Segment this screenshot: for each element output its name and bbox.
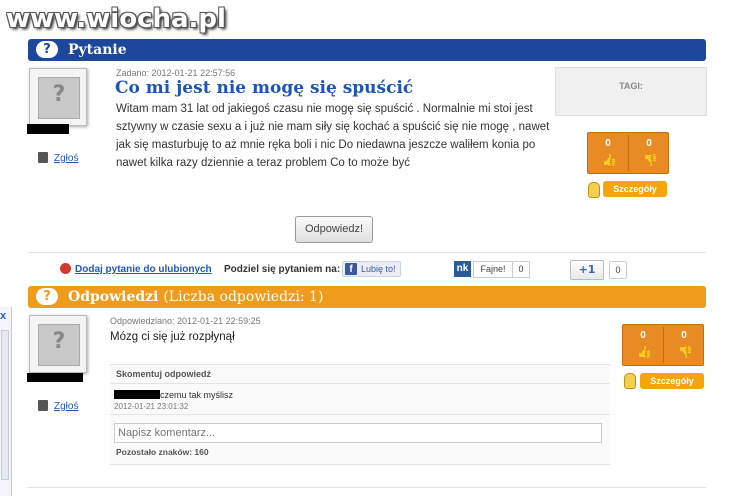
facebook-like-button[interactable]: f Lubię to! — [342, 261, 401, 277]
answer-button[interactable]: Odpowiedz! — [295, 216, 373, 243]
comment-divider — [110, 383, 610, 384]
avatar-placeholder-icon: ? — [38, 77, 80, 119]
question-title[interactable]: Co mi jest nie mogę się spuścić — [115, 78, 413, 98]
tags-label: TAGI: — [619, 81, 643, 91]
divider-bottom — [28, 487, 706, 488]
comment-author-redacted — [114, 390, 160, 399]
question-body: Witam mam 31 lat od jakiegoś czasu nie m… — [116, 103, 550, 169]
answer-author-name-redacted — [27, 373, 83, 382]
question-details-button[interactable]: Szczegóły — [603, 181, 667, 197]
site-watermark: www.wiocha.pl — [6, 4, 226, 34]
comment-divider — [110, 414, 610, 415]
answer-details-button[interactable]: Szczegóły — [640, 373, 704, 389]
divider-top — [28, 252, 706, 253]
comment-input[interactable] — [114, 423, 602, 443]
trash-icon — [38, 400, 48, 411]
question-author-name-redacted — [27, 124, 69, 134]
answers-header-bar: ? Odpowiedzi (Liczba odpowiedzi: 1) — [28, 286, 706, 308]
share-label: Podziel się pytaniem na: — [224, 264, 341, 275]
vote-up-button[interactable]: 0 👍 — [623, 325, 663, 365]
report-question-link[interactable]: Zgłoś — [54, 153, 78, 164]
thumb-up-icon: 👍 — [637, 345, 652, 359]
nk-count: 0 — [512, 261, 530, 278]
question-author-avatar[interactable]: ? — [29, 68, 87, 126]
vote-down-count: 0 — [646, 138, 652, 149]
vote-down-count: 0 — [681, 330, 687, 341]
google-plus-one-button[interactable]: +1 — [570, 260, 604, 280]
thumb-down-icon: 👎 — [678, 345, 693, 359]
side-scrollbar[interactable] — [1, 330, 9, 480]
answers-count: (Liczba odpowiedzi: 1) — [163, 289, 324, 305]
answer-text: Mózg ci się już rozpłynął — [110, 331, 235, 343]
question-date: Zadano: 2012-01-21 22:57:56 — [116, 68, 236, 78]
answer-author-avatar[interactable]: ? — [29, 315, 87, 373]
question-header-title: Pytanie — [68, 42, 127, 58]
comment-text: czemu tak myślisz — [160, 390, 234, 400]
answers-header-main: Odpowiedzi — [68, 289, 159, 305]
question-mark-icon: ? — [36, 288, 58, 305]
lightbulb-icon — [588, 182, 600, 198]
chars-left-label: Pozostało znaków: 160 — [116, 447, 209, 457]
vote-up-count: 0 — [640, 330, 646, 341]
answers-header-title: Odpowiedzi (Liczba odpowiedzi: 1) — [68, 288, 323, 306]
question-header-bar: ? Pytanie — [28, 39, 706, 61]
answer-date: Odpowiedziano: 2012-01-21 22:59:25 — [110, 316, 261, 326]
question-vote-box: 0 👍 0 👎 — [587, 132, 669, 174]
heart-icon — [60, 263, 71, 274]
tags-box: TAGI: — [555, 67, 707, 116]
comment-section-label: Skomentuj odpowiedź — [116, 369, 212, 379]
facebook-like-label: Lubię to! — [361, 264, 396, 274]
avatar-placeholder-icon: ? — [38, 324, 80, 366]
comment-date: 2012-01-21 23:01:32 — [114, 402, 189, 411]
thumb-down-icon: 👎 — [643, 153, 658, 167]
answer-vote-box: 0 👍 0 👎 — [622, 324, 704, 366]
add-to-favorites-link[interactable]: Dodaj pytanie do ulubionych — [75, 264, 212, 275]
vote-down-button[interactable]: 0 👎 — [629, 133, 669, 173]
lightbulb-icon — [624, 373, 636, 389]
nk-fajne-button[interactable]: Fajne! — [473, 261, 513, 278]
google-plus-count: 0 — [609, 261, 627, 279]
thumb-up-icon: 👍 — [602, 153, 617, 167]
vote-up-button[interactable]: 0 👍 — [588, 133, 628, 173]
trash-icon — [38, 152, 48, 163]
report-answer-link[interactable]: Zgłoś — [54, 401, 78, 412]
question-mark-icon: ? — [36, 41, 58, 58]
vote-down-button[interactable]: 0 👎 — [664, 325, 704, 365]
vote-up-count: 0 — [605, 138, 611, 149]
close-icon[interactable]: x — [0, 310, 6, 322]
facebook-icon: f — [345, 263, 357, 275]
nk-logo-icon: nk — [454, 261, 471, 277]
